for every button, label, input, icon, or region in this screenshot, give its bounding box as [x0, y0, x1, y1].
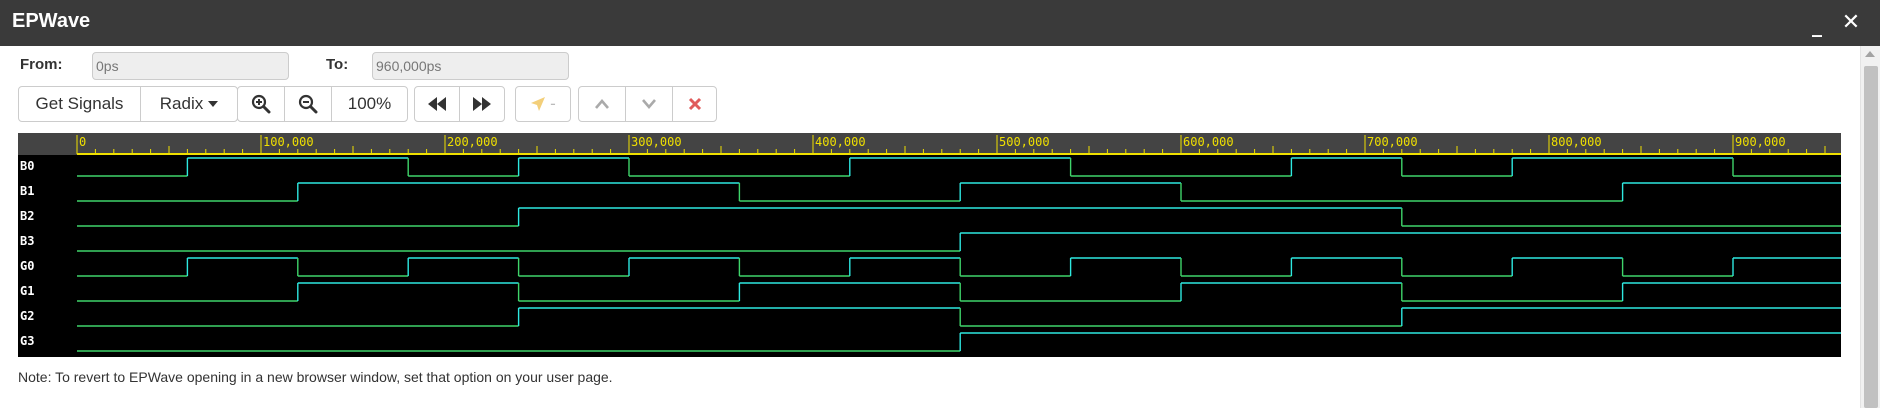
radix-dropdown-button[interactable]: Radix	[140, 86, 238, 122]
radix-label: Radix	[159, 94, 204, 113]
ruler-tick-label: 100,000	[263, 135, 314, 149]
minimize-button[interactable]: _	[1804, 9, 1830, 37]
to-time-input[interactable]	[372, 52, 569, 80]
cursor-value: -	[550, 94, 556, 113]
fast-forward-icon	[473, 97, 491, 111]
ruler-tick-label: 0	[79, 135, 86, 149]
close-icon	[688, 97, 701, 111]
from-label: From:	[20, 56, 63, 73]
signals-button-group: Get Signals Radix	[18, 86, 238, 122]
waveform-panel[interactable]: 0 100,000 200,000 300,000 400,000 500,000 600,…	[18, 133, 1841, 357]
edge-nav-button-group	[414, 86, 505, 122]
next-edge-button[interactable]	[459, 86, 505, 122]
zoom-in-button[interactable]	[237, 86, 285, 122]
zoom-level-button[interactable]: 100%	[331, 86, 408, 122]
remove-signal-button[interactable]	[672, 86, 717, 122]
get-signals-button[interactable]: Get Signals	[18, 86, 141, 122]
move-up-button[interactable]	[578, 86, 626, 122]
chevron-up-icon	[595, 99, 609, 109]
previous-edge-button[interactable]	[414, 86, 460, 122]
cursor-button[interactable]: -	[515, 86, 571, 122]
cursor-button-group: -	[515, 86, 571, 122]
from-time-input[interactable]	[92, 52, 289, 80]
zoom-out-icon	[298, 94, 318, 114]
ruler-tick-label: 300,000	[631, 135, 682, 149]
ruler-tick-label: 800,000	[1551, 135, 1602, 149]
scrollbar-thumb[interactable]	[1864, 66, 1878, 408]
note-text: Note: To revert to EPWave opening in a n…	[18, 369, 613, 385]
zoom-out-button[interactable]	[284, 86, 332, 122]
caret-down-icon	[208, 101, 219, 107]
vertical-scrollbar[interactable]	[1860, 46, 1880, 408]
rewind-icon	[428, 97, 446, 111]
time-ruler[interactable]: 0 100,000 200,000 300,000 400,000 500,000 600,…	[18, 133, 1841, 155]
signal-order-button-group	[578, 86, 717, 122]
ruler-tick-label: 700,000	[1367, 135, 1418, 149]
move-down-button[interactable]	[625, 86, 673, 122]
zoom-in-icon	[251, 94, 271, 114]
title-bar: EPWave _ ✕	[0, 0, 1880, 46]
ruler-tick-label: 500,000	[999, 135, 1050, 149]
scroll-up-arrow-icon[interactable]	[1865, 51, 1875, 57]
ruler-tick-label: 400,000	[815, 135, 866, 149]
chevron-down-icon	[642, 99, 656, 109]
ruler-tick-label: 900,000	[1735, 135, 1786, 149]
time-ruler-svg: 0 100,000 200,000 300,000 400,000 500,000 600,…	[76, 135, 1841, 155]
window-title: EPWave	[12, 10, 91, 32]
ruler-tick-label: 200,000	[447, 135, 498, 149]
to-label: To:	[326, 56, 349, 73]
pointer-arrow-icon	[531, 97, 546, 111]
close-window-button[interactable]: ✕	[1838, 9, 1864, 37]
zoom-button-group: 100%	[237, 86, 408, 122]
ruler-tick-label: 600,000	[1183, 135, 1234, 149]
waveform-svg	[77, 157, 1841, 352]
